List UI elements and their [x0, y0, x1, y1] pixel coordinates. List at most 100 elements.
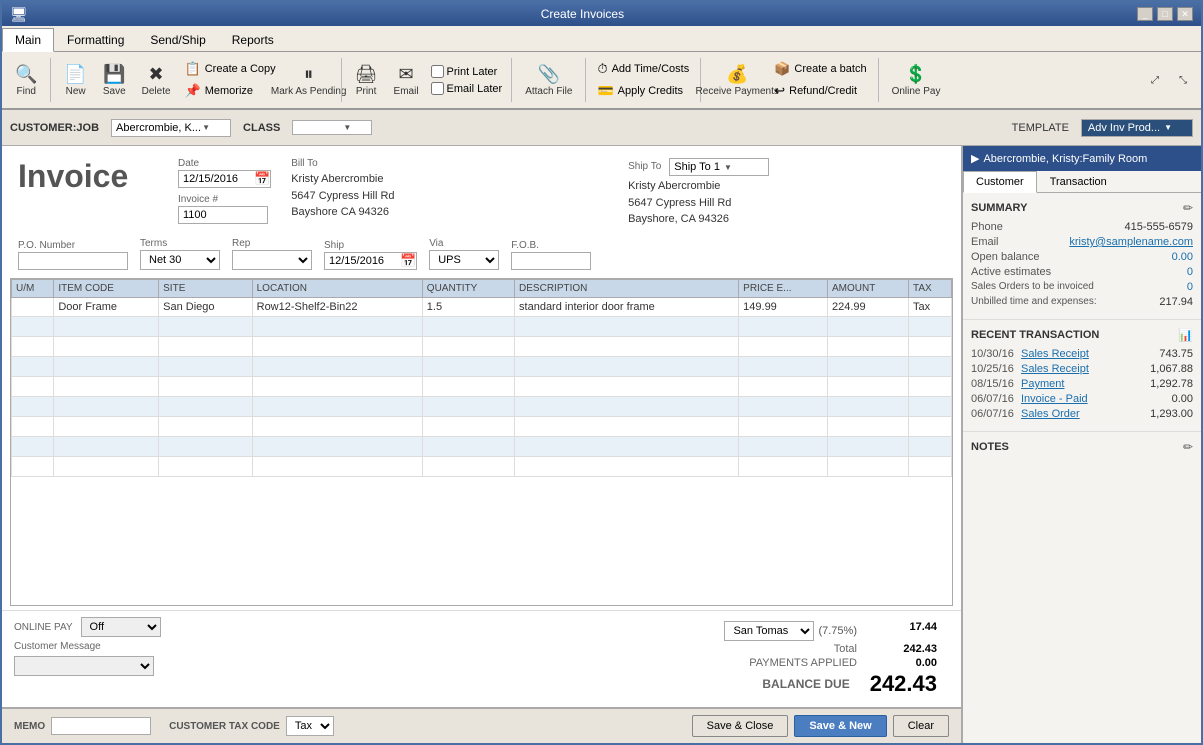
refund-credit-button[interactable]: ↩ Refund/Credit	[769, 81, 871, 101]
open-balance-label: Open balance	[971, 251, 1040, 263]
minimize-button[interactable]: _	[1137, 7, 1153, 21]
notes-edit-icon[interactable]: ✏	[1183, 440, 1193, 454]
active-estimates-value: 0	[1187, 266, 1193, 278]
tax-location-select[interactable]: San Tomas	[724, 621, 814, 641]
transaction-type[interactable]: Sales Receipt	[1021, 348, 1159, 360]
save-new-button[interactable]: Save & New	[794, 715, 886, 737]
ship-date-input[interactable]	[325, 253, 400, 269]
panel-tab-transaction[interactable]: Transaction	[1037, 171, 1120, 192]
table-row-empty[interactable]	[12, 416, 952, 436]
po-number-input[interactable]	[18, 252, 128, 270]
class-dropdown[interactable]: ▼	[292, 120, 372, 135]
print-later-button[interactable]: Print Later	[428, 64, 506, 79]
transaction-amount: 0.00	[1172, 393, 1193, 405]
attach-icon: 📎	[538, 64, 560, 85]
sep2	[341, 58, 342, 102]
customer-job-dropdown[interactable]: Abercrombie, K... ▼	[111, 119, 231, 137]
notes-section: NOTES ✏	[963, 432, 1201, 466]
table-row-empty[interactable]	[12, 376, 952, 396]
tax-code-select[interactable]: Tax	[286, 716, 334, 736]
attach-file-button[interactable]: 📎 Attach File	[518, 61, 579, 100]
email-button[interactable]: ✉ Email	[387, 61, 426, 100]
email-label: Email	[971, 236, 999, 248]
summary-edit-icon[interactable]: ✏	[1183, 201, 1193, 215]
tab-formatting[interactable]: Formatting	[54, 28, 137, 51]
table-row-empty[interactable]	[12, 436, 952, 456]
invoice-num-input[interactable]	[178, 206, 268, 224]
col-quantity: QUANTITY	[422, 279, 514, 297]
delete-button[interactable]: ✖ Delete	[135, 61, 178, 100]
maximize-button[interactable]: □	[1157, 7, 1173, 21]
email-later-checkbox[interactable]	[431, 82, 444, 95]
memorize-button[interactable]: 📌 Memorize	[180, 81, 281, 101]
terms-select[interactable]: Net 30	[140, 250, 220, 270]
via-select[interactable]: UPS	[429, 250, 499, 270]
find-label: Find	[16, 86, 35, 97]
payments-applied-line: PAYMENTS APPLIED 0.00	[724, 657, 937, 669]
table-row-empty[interactable]	[12, 336, 952, 356]
col-tax: TAX	[909, 279, 952, 297]
customer-message-select[interactable]	[14, 656, 154, 676]
close-button[interactable]: ✕	[1177, 7, 1193, 21]
create-copy-button[interactable]: 📋 Create a Copy	[180, 59, 281, 79]
table-row-empty[interactable]	[12, 316, 952, 336]
table-row-empty[interactable]	[12, 456, 952, 476]
transaction-type[interactable]: Sales Receipt	[1021, 363, 1150, 375]
rep-select[interactable]	[232, 250, 312, 270]
transaction-date: 10/30/16	[971, 348, 1021, 360]
date-calendar-icon[interactable]: 📅	[254, 171, 270, 187]
tab-send-ship[interactable]: Send/Ship	[137, 28, 218, 51]
apply-credits-button[interactable]: 💳 Apply Credits	[592, 81, 694, 101]
transaction-type[interactable]: Sales Order	[1021, 408, 1150, 420]
new-button[interactable]: 📄 New	[57, 61, 93, 100]
po-number-group: P.O. Number	[18, 240, 128, 270]
collapse-button[interactable]: ⤡	[1171, 72, 1195, 89]
transaction-type[interactable]: Payment	[1021, 378, 1150, 390]
table-row-empty[interactable]	[12, 356, 952, 376]
tab-main[interactable]: Main	[2, 28, 54, 52]
date-input[interactable]	[179, 171, 254, 187]
sales-orders-label: Sales Orders to be invoiced	[971, 281, 1094, 293]
online-pay-select[interactable]: Off	[81, 617, 161, 637]
online-pay-button[interactable]: 💲 Online Pay	[885, 61, 948, 100]
fob-input[interactable]	[511, 252, 591, 270]
save-button[interactable]: 💾 Save	[96, 61, 133, 100]
receive-payments-button[interactable]: 💰 Receive Payments	[707, 61, 767, 100]
email-label: Email	[394, 86, 419, 97]
email-value[interactable]: kristy@samplename.com	[1069, 236, 1193, 248]
customer-message-row: Customer Message	[14, 641, 712, 652]
template-dropdown[interactable]: Adv Inv Prod... ▼	[1081, 119, 1193, 137]
recent-transaction-item: 06/07/16 Invoice - Paid 0.00	[971, 393, 1193, 405]
panel-tab-customer[interactable]: Customer	[963, 171, 1037, 193]
memo-input[interactable]	[51, 717, 151, 735]
email-later-button[interactable]: Email Later	[428, 81, 506, 96]
print-label: Print	[356, 86, 377, 97]
mark-pending-button[interactable]: ⏸ Mark As Pending	[283, 61, 335, 100]
recent-transaction-sheet-icon[interactable]: 📊	[1178, 328, 1193, 342]
expand-button[interactable]: ⤢	[1143, 72, 1167, 89]
tax-line: San Tomas (7.75%) 17.44	[724, 621, 937, 641]
create-batch-button[interactable]: 📦 Create a batch	[769, 59, 871, 79]
add-time-costs-button[interactable]: ⏱ Add Time/Costs	[592, 59, 694, 79]
ship-to-dropdown[interactable]: Ship To 1 ▼	[669, 158, 769, 176]
recent-transaction-item: 06/07/16 Sales Order 1,293.00	[971, 408, 1193, 420]
sep3	[511, 58, 512, 102]
total-line: Total 242.43	[724, 643, 937, 655]
print-later-checkbox[interactable]	[431, 65, 444, 78]
bill-to-city: Bayshore CA 94326	[291, 204, 608, 221]
print-later-label: Print Later	[447, 66, 498, 78]
ship-to-name: Kristy Abercrombie	[628, 178, 945, 195]
transaction-type[interactable]: Invoice - Paid	[1021, 393, 1172, 405]
clear-button[interactable]: Clear	[893, 715, 949, 737]
save-close-button[interactable]: Save & Close	[692, 715, 789, 737]
new-icon: 📄	[64, 64, 86, 85]
date-field-group: Date 📅	[178, 158, 271, 188]
tab-reports[interactable]: Reports	[219, 28, 287, 51]
find-button[interactable]: 🔍 Find	[8, 61, 44, 100]
print-button[interactable]: 🖨 Print	[348, 61, 385, 100]
pending-icon: ⏸	[304, 64, 313, 85]
table-row-empty[interactable]	[12, 396, 952, 416]
tax-rate: (7.75%)	[818, 625, 857, 637]
ship-date-calendar-icon[interactable]: 📅	[400, 253, 416, 269]
table-row[interactable]: Door FrameSan DiegoRow12-Shelf2-Bin221.5…	[12, 297, 952, 316]
